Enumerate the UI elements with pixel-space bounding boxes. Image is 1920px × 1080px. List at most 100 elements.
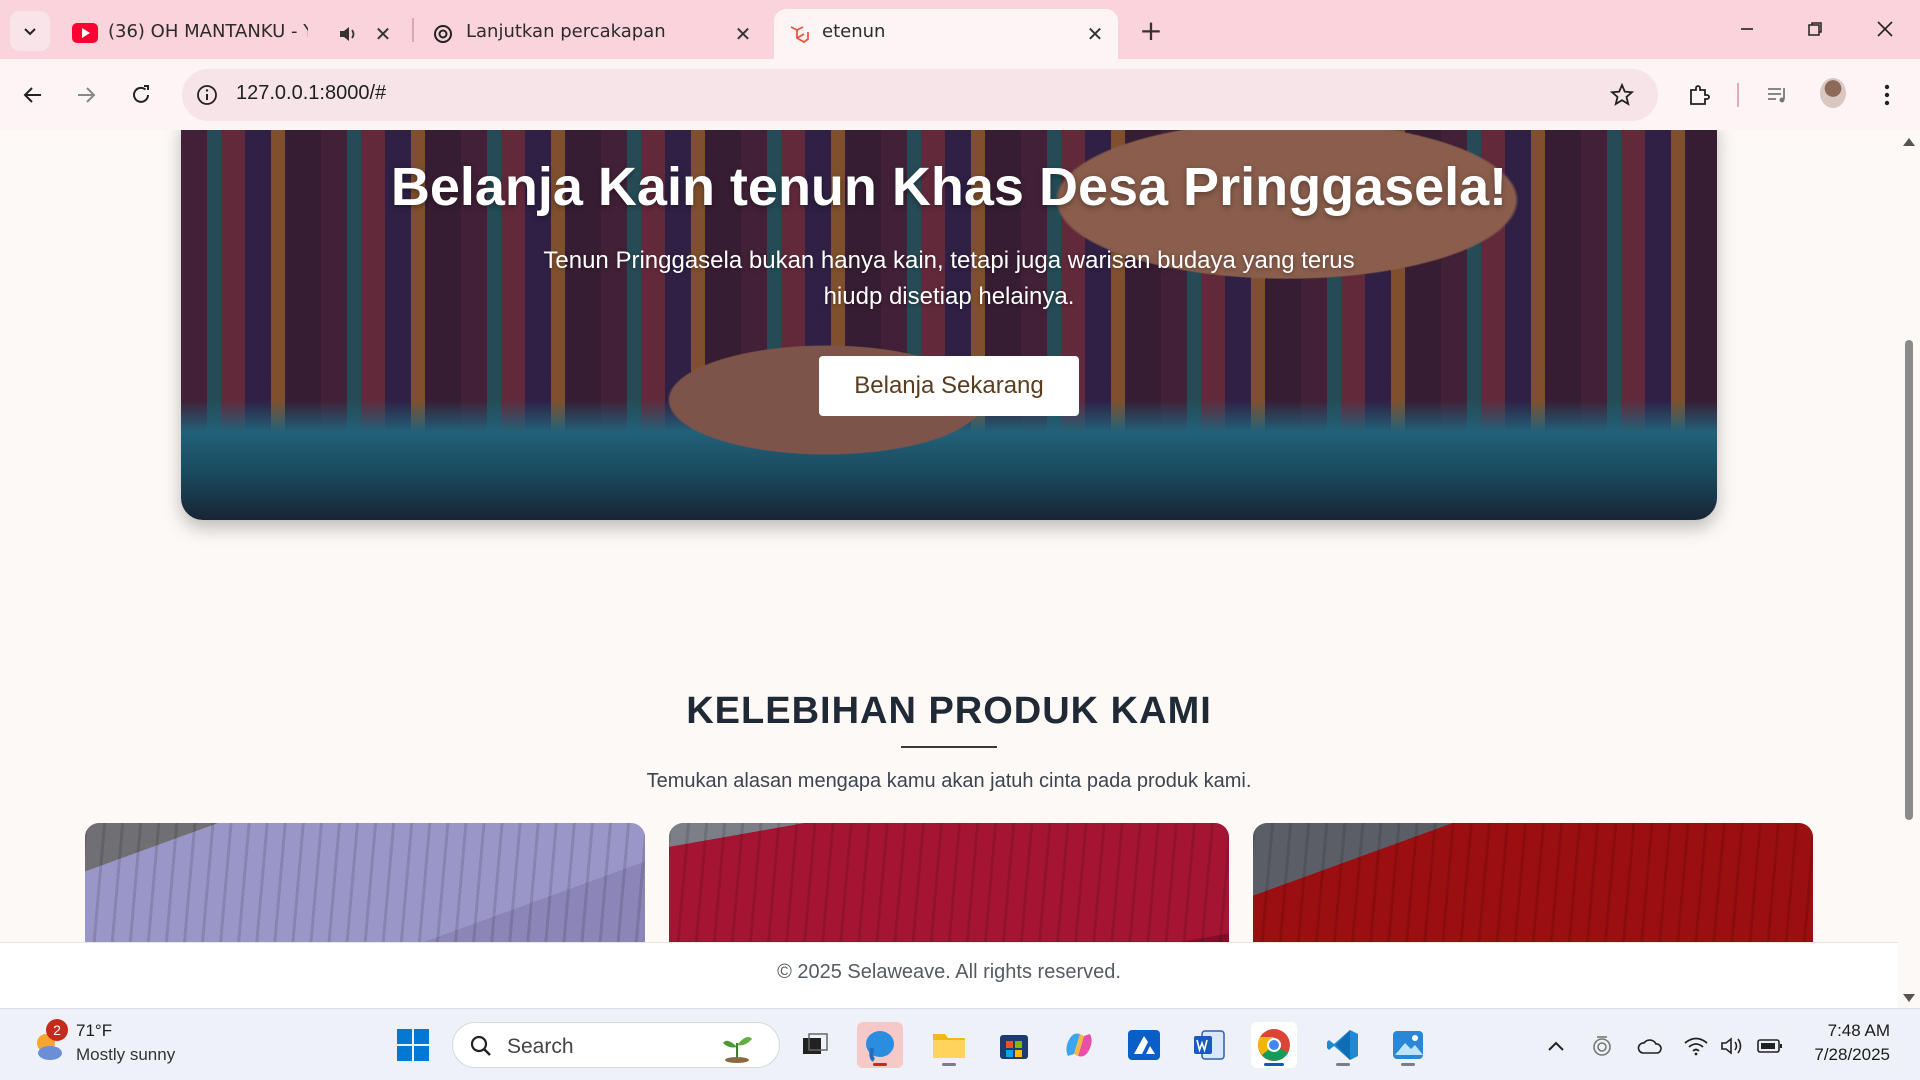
features-subtitle: Temukan alasan mengapa kamu akan jatuh c…	[646, 770, 1252, 792]
copyright-text: © 2025 Selaweave. All rights reserved.	[777, 961, 1121, 983]
scroll-thumb[interactable]	[1905, 340, 1913, 820]
search-label: Search	[507, 1035, 574, 1058]
arrow-left-icon	[23, 87, 41, 103]
wifi-icon	[1684, 1037, 1708, 1056]
taskbar-app-photos[interactable]	[1385, 1022, 1431, 1068]
toolbar-divider	[1737, 83, 1739, 107]
title-underline	[901, 746, 997, 748]
running-indicator	[942, 1063, 956, 1066]
scroll-down-arrow[interactable]	[1903, 994, 1915, 1002]
running-indicator	[873, 1063, 887, 1066]
show-hidden-icons-button[interactable]	[1542, 1032, 1570, 1060]
more-vertical-icon	[1884, 84, 1890, 106]
back-button[interactable]	[14, 76, 52, 114]
speaker-icon[interactable]	[338, 25, 358, 43]
battery-icon	[1757, 1039, 1782, 1053]
arrow-right-icon	[78, 87, 96, 103]
reload-button[interactable]	[122, 76, 160, 114]
tab-search-button[interactable]	[10, 11, 50, 51]
laravel-icon	[790, 26, 809, 44]
plant-icon	[723, 1037, 752, 1063]
star-icon[interactable]	[1610, 83, 1634, 107]
clock-time: 7:48 AM	[1827, 1021, 1890, 1040]
volume-button[interactable]	[1718, 1032, 1746, 1060]
tab-etenun[interactable]: etenun ✕	[774, 9, 1118, 59]
taskbar-app-chrome[interactable]	[1251, 1022, 1297, 1068]
photos-icon	[1393, 1031, 1423, 1059]
taskbar-search[interactable]: Search	[452, 1022, 780, 1068]
vscode-icon	[1327, 1030, 1358, 1060]
cloud-icon	[1637, 1039, 1662, 1054]
notification-badge: 2	[46, 1019, 68, 1041]
chatgpt-icon	[434, 25, 452, 43]
task-view-button[interactable]	[792, 1022, 838, 1068]
chrome-icon	[1258, 1029, 1290, 1061]
restore-button[interactable]	[1790, 8, 1840, 50]
puzzle-icon	[1690, 85, 1710, 105]
taskbar-app-word[interactable]	[1186, 1022, 1232, 1068]
battery-button[interactable]	[1756, 1032, 1784, 1060]
store-icon	[1000, 1035, 1028, 1059]
taskbar: 2 71°F Mostly sunny Search 7:48 AM 7/28/…	[0, 1008, 1920, 1080]
search-icon	[470, 1035, 491, 1056]
taskbar-app-vscode[interactable]	[1320, 1022, 1366, 1068]
shop-now-button[interactable]: Belanja Sekarang	[819, 356, 1079, 416]
windows-logo-icon	[397, 1029, 429, 1061]
url-text[interactable]: 127.0.0.1:8000/#	[236, 82, 386, 105]
restore-icon	[1808, 22, 1822, 36]
menu-button[interactable]	[1868, 76, 1906, 114]
profile-avatar[interactable]	[1820, 78, 1846, 108]
copilot-icon	[1066, 1033, 1092, 1057]
clock-date: 7/28/2025	[1814, 1045, 1890, 1064]
hero-title: Belanja Kain tenun Khas Desa Pringgasela…	[390, 157, 1508, 217]
start-button[interactable]	[390, 1022, 436, 1068]
close-window-button[interactable]	[1860, 8, 1910, 50]
taskbar-app-elephant[interactable]	[857, 1022, 903, 1068]
sync-icon	[1593, 1036, 1611, 1056]
reload-icon	[133, 85, 149, 103]
tab-youtube[interactable]: (36) OH MANTANKU - YouT ✕	[58, 9, 406, 59]
running-indicator	[1336, 1063, 1350, 1066]
extensions-button[interactable]	[1680, 76, 1718, 114]
close-icon	[1877, 21, 1893, 37]
hero-subtitle-line: hiudp disetiap helainya.	[823, 283, 1075, 310]
hero-banner: Belanja Kain tenun Khas Desa Pringgasela…	[181, 130, 1717, 520]
task-view-icon	[803, 1033, 828, 1054]
forward-button[interactable]	[67, 76, 105, 114]
address-bar[interactable]: 127.0.0.1:8000/#	[182, 69, 1658, 121]
close-tab-icon[interactable]: ✕	[1084, 22, 1106, 46]
azure-icon	[1128, 1030, 1160, 1060]
onedrive-button[interactable]	[1636, 1032, 1664, 1060]
weather-description: Mostly sunny	[76, 1045, 176, 1064]
running-indicator	[1401, 1063, 1415, 1066]
volume-icon	[1721, 1037, 1742, 1055]
tab-title: (36) OH MANTANKU - YouT	[108, 21, 308, 42]
youtube-icon	[72, 23, 98, 43]
media-queue-icon	[1768, 88, 1785, 103]
network-button[interactable]	[1682, 1032, 1710, 1060]
weather-temperature: 71°F	[76, 1021, 113, 1040]
taskbar-app-azure[interactable]	[1121, 1022, 1167, 1068]
elephant-app-icon	[866, 1031, 894, 1062]
media-control-button[interactable]	[1759, 76, 1797, 114]
minimize-icon	[1741, 28, 1753, 30]
tray-app-icon[interactable]	[1588, 1032, 1616, 1060]
tab-strip: (36) OH MANTANKU - YouT ✕ Lanjutkan perc…	[0, 0, 1920, 59]
page-footer: © 2025 Selaweave. All rights reserved.	[0, 942, 1898, 1008]
scroll-up-arrow[interactable]	[1903, 138, 1915, 146]
close-tab-icon[interactable]: ✕	[732, 22, 754, 46]
plus-icon: +	[1139, 13, 1163, 47]
taskbar-app-copilot[interactable]	[1056, 1022, 1102, 1068]
taskbar-app-store[interactable]	[991, 1022, 1037, 1068]
chevron-down-icon	[24, 28, 36, 36]
page-scrollbar[interactable]	[1898, 130, 1920, 1008]
tab-chatgpt[interactable]: Lanjutkan percakapan ✕	[418, 9, 766, 59]
page-viewport: Belanja Kain tenun Khas Desa Pringgasela…	[0, 130, 1898, 1008]
taskbar-app-file-explorer[interactable]	[926, 1022, 972, 1068]
close-tab-icon[interactable]: ✕	[372, 22, 394, 46]
site-info-icon[interactable]	[196, 84, 218, 106]
features-title: KELEBIHAN PRODUK KAMI	[686, 690, 1212, 732]
new-tab-button[interactable]: +	[1134, 13, 1168, 47]
minimize-button[interactable]	[1722, 8, 1772, 50]
folder-icon	[933, 1034, 965, 1058]
